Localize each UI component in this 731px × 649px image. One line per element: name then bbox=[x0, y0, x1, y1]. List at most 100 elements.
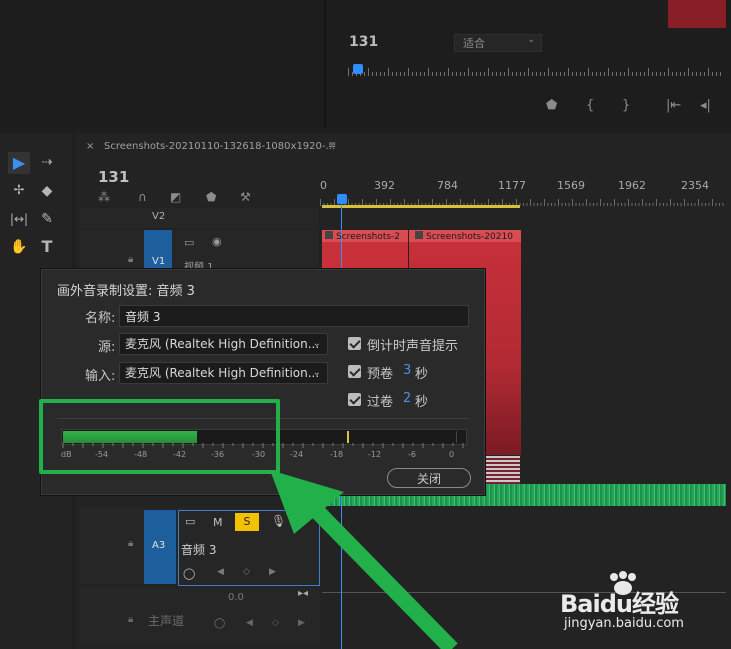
film-icon-a3[interactable]: ▭ bbox=[185, 515, 195, 528]
lock-icon-master[interactable]: 🔒︎ bbox=[128, 614, 133, 625]
fx-icon-2 bbox=[415, 231, 423, 239]
source-dropdown-value: 麦克风 (Realtek High Definition... bbox=[125, 337, 320, 351]
keyframe-icon[interactable]: ◇ bbox=[243, 567, 250, 577]
time-ruler[interactable]: 0 392 784 1177 1569 1962 2354 bbox=[320, 176, 726, 206]
clip-2-header: Screenshots-20210 bbox=[409, 230, 521, 242]
master-prev-icon[interactable]: ◀ bbox=[246, 618, 253, 628]
postroll-unit: 秒 bbox=[415, 395, 429, 410]
mark-in-icon[interactable]: { bbox=[586, 98, 594, 113]
tab-menu-icon[interactable]: ≡ bbox=[328, 140, 336, 151]
input-dropdown[interactable]: 麦克风 (Realtek High Definition... ⌄ bbox=[119, 362, 328, 384]
name-field-value: 音频 3 bbox=[125, 310, 161, 324]
hand-icon[interactable]: ✋ bbox=[8, 236, 30, 258]
track-v2-label: V2 bbox=[152, 211, 166, 222]
countdown-label: 倒计时声音提示 bbox=[367, 339, 459, 354]
meter-tick-label: -12 bbox=[368, 450, 382, 459]
track-a3-target[interactable]: A3 bbox=[144, 510, 176, 584]
track-v1-target[interactable]: V1 bbox=[144, 230, 172, 272]
add-marker-icon[interactable]: ⬟ bbox=[206, 190, 216, 204]
input-label: 输入: bbox=[85, 369, 116, 384]
nest-icon[interactable]: ⁂ bbox=[98, 190, 110, 204]
fit-dropdown[interactable]: 适合 ⌄ bbox=[454, 34, 542, 52]
source-label: 源: bbox=[98, 340, 116, 355]
name-field[interactable]: 音频 3 bbox=[119, 305, 469, 327]
preroll-unit: 秒 bbox=[415, 367, 429, 382]
annotation-arrow-icon bbox=[270, 470, 458, 649]
preroll-label: 预卷 bbox=[367, 367, 394, 382]
preroll-checkbox[interactable] bbox=[348, 365, 361, 378]
pen-icon[interactable]: ✎ bbox=[36, 208, 58, 230]
baidu-watermark: Baidu经验 jingyan.baidu.com bbox=[556, 571, 726, 633]
clip-1-label: Screenshots-2 bbox=[336, 232, 401, 242]
preroll-value[interactable]: 3 bbox=[403, 363, 411, 378]
pan-knob-icon[interactable]: ◯ bbox=[183, 567, 195, 580]
prev-keyframe-icon[interactable]: ◀ bbox=[217, 567, 224, 577]
fit-dropdown-label: 适合 bbox=[463, 37, 485, 50]
master-label: 主声道 bbox=[148, 614, 185, 628]
settings-wrench-icon[interactable]: ⚒ bbox=[240, 190, 251, 204]
level-meter-peak bbox=[347, 431, 349, 443]
sequence-playhead-head[interactable] bbox=[337, 194, 347, 204]
ruler-tick-6: 2354 bbox=[681, 179, 709, 192]
film-icon[interactable]: ▭ bbox=[184, 236, 194, 249]
level-meter-end bbox=[456, 431, 465, 443]
track-a3-name: 音频 3 bbox=[181, 543, 217, 557]
meter-tick-label: 0 bbox=[449, 450, 455, 459]
step-back-icon[interactable]: ◂| bbox=[700, 98, 711, 113]
linked-select-icon[interactable]: ◩ bbox=[170, 190, 181, 204]
go-to-in-icon[interactable]: |⇤ bbox=[666, 98, 681, 113]
chevron-down-icon: ⌄ bbox=[527, 35, 535, 45]
countdown-checkbox[interactable] bbox=[348, 337, 361, 350]
source-dropdown[interactable]: 麦克风 (Realtek High Definition... ⌄ bbox=[119, 333, 328, 355]
snap-icon[interactable]: ∩ bbox=[138, 190, 147, 204]
lock-icon[interactable]: 🔒︎ bbox=[128, 254, 133, 265]
sequence-tab[interactable]: × Screenshots-20210110-132618-1080x1920-… bbox=[86, 140, 346, 155]
chevron-down-icon: ⌄ bbox=[312, 367, 321, 378]
selection-tool-icon[interactable]: ▶ bbox=[8, 152, 30, 174]
program-timecode[interactable]: 131 bbox=[349, 34, 378, 50]
meter-tick-label: -18 bbox=[330, 450, 344, 459]
highlight-box bbox=[39, 399, 280, 474]
playhead-marker[interactable] bbox=[353, 64, 363, 74]
type-tool-icon[interactable]: T bbox=[36, 236, 58, 258]
mute-button[interactable]: M bbox=[213, 516, 223, 529]
clip-2-label: Screenshots-20210 bbox=[426, 232, 513, 242]
mark-out-icon[interactable]: } bbox=[622, 98, 630, 113]
postroll-checkbox[interactable] bbox=[348, 393, 361, 406]
sequence-timecode[interactable]: 131 bbox=[98, 168, 129, 186]
master-value[interactable]: 0.0 bbox=[228, 592, 244, 603]
sequence-tab-title: Screenshots-20210110-132618-1080x1920-..… bbox=[104, 141, 336, 152]
track-v1-header: V1 🔒︎ ▭ ◉ 视频 1 bbox=[80, 230, 318, 273]
timeline-tools: ⁂ ∩ ◩ ⬟ ⚒ bbox=[98, 190, 268, 206]
ruler-tick-2: 784 bbox=[437, 179, 458, 192]
close-tab-icon[interactable]: × bbox=[86, 141, 94, 152]
ruler-tick-4: 1569 bbox=[557, 179, 585, 192]
tools-grid: ▶ ⇢ ✢ ◆ |↔| ✎ ✋ T bbox=[8, 152, 66, 262]
watermark-brand: Baidu经验 bbox=[560, 590, 679, 618]
track-a3-label: A3 bbox=[152, 540, 166, 551]
slip-icon[interactable]: |↔| bbox=[8, 208, 30, 230]
meter-tick-label: -24 bbox=[290, 450, 304, 459]
watermark-url: jingyan.baidu.com bbox=[564, 616, 684, 631]
ruler-tick-1: 392 bbox=[374, 179, 395, 192]
marker-icon[interactable]: ⬟ bbox=[546, 98, 557, 113]
master-pan-icon[interactable]: ◯ bbox=[214, 618, 225, 629]
chevron-down-icon: ⌄ bbox=[312, 338, 321, 349]
ripple-edit-icon[interactable]: ✢ bbox=[8, 180, 30, 202]
input-dropdown-value: 麦克风 (Realtek High Definition... bbox=[125, 366, 320, 380]
lock-icon-a3[interactable]: 🔒︎ bbox=[128, 538, 133, 549]
program-ruler[interactable] bbox=[348, 62, 724, 80]
track-v1-label: V1 bbox=[152, 256, 166, 267]
dialog-title: 画外音录制设置: 音频 3 bbox=[57, 284, 195, 299]
ruler-tick-0: 0 bbox=[320, 179, 327, 192]
postroll-value[interactable]: 2 bbox=[403, 391, 411, 406]
ruler-tick-5: 1962 bbox=[618, 179, 646, 192]
track-v2-header: V2 bbox=[80, 208, 318, 228]
meter-tick-label: -6 bbox=[408, 450, 416, 459]
name-label: 名称: bbox=[85, 311, 116, 326]
eye-icon[interactable]: ◉ bbox=[212, 235, 222, 248]
work-area-bar[interactable] bbox=[322, 205, 520, 208]
razor-icon[interactable]: ◆ bbox=[36, 180, 58, 202]
track-select-icon[interactable]: ⇢ bbox=[36, 152, 58, 174]
solo-button[interactable]: S bbox=[235, 513, 259, 531]
